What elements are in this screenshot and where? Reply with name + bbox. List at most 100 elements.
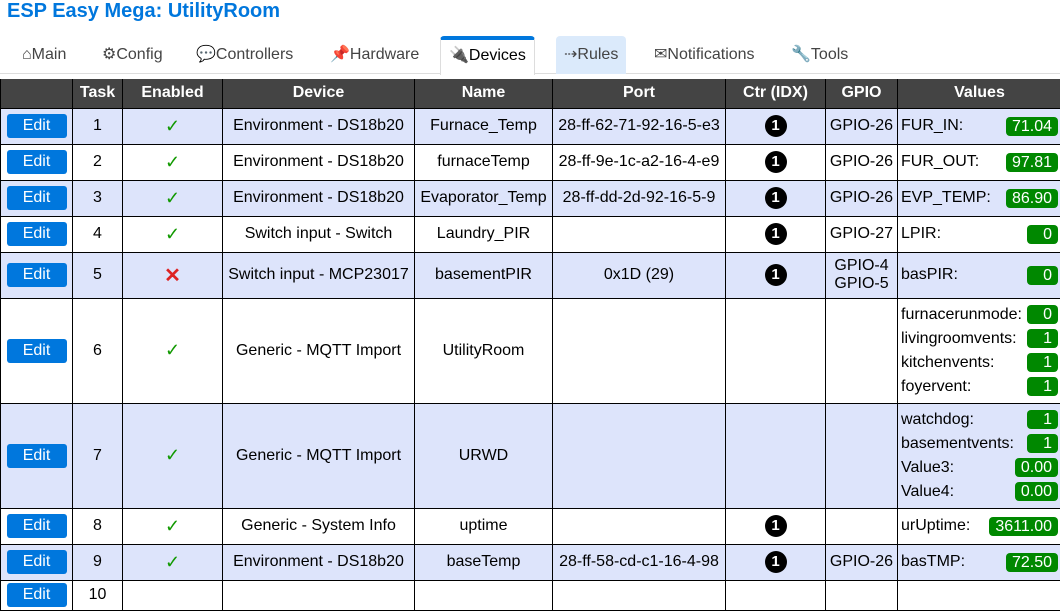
tab-tools[interactable]: 🔧Tools [783, 36, 856, 74]
port [553, 403, 726, 508]
tab-label: Controllers [216, 46, 293, 63]
port [553, 508, 726, 544]
value-badge: 72.50 [1006, 553, 1058, 572]
tab-notifications[interactable]: ✉Notifications [646, 36, 763, 74]
device-name: Evaporator_Temp [415, 180, 553, 216]
value-badge: 1 [1027, 353, 1058, 372]
edit-button[interactable]: Edit [7, 339, 67, 363]
task-number: 5 [73, 252, 123, 298]
controller-badge: 1 [765, 187, 787, 209]
value-badge: 0 [1027, 305, 1058, 324]
gpio-cell: GPIO-26 [826, 180, 898, 216]
controller-cell: 1 [726, 252, 826, 298]
controller-cell [726, 580, 826, 610]
value-name: watchdog: [901, 411, 974, 429]
gpio-pin: GPIO-5 [828, 275, 895, 293]
value-name: furnacerunmode: [901, 306, 1022, 324]
values-cell: furnacerunmode:0livingroomvents:1kitchen… [898, 298, 1060, 403]
values-cell: urUptime:3611.00 [898, 508, 1060, 544]
device-type: Environment - DS18b20 [223, 180, 415, 216]
gpio-pin: GPIO-26 [828, 117, 895, 135]
edit-button[interactable]: Edit [7, 583, 67, 607]
device-type: Switch input - MCP23017 [223, 252, 415, 298]
controller-cell: 1 [726, 216, 826, 252]
edit-button[interactable]: Edit [7, 186, 67, 210]
check-icon: ✓ [165, 224, 180, 244]
task-number: 9 [73, 544, 123, 580]
enabled-cell [123, 580, 223, 610]
edit-cell: Edit [1, 252, 73, 298]
check-icon: ✓ [165, 152, 180, 172]
value-line: watchdog:1 [901, 408, 1058, 432]
table-row: Edit2✓Environment - DS18b20furnaceTemp28… [1, 144, 1060, 180]
edit-button[interactable]: Edit [7, 514, 67, 538]
tab-config[interactable]: ⚙Config [94, 36, 171, 74]
edit-button[interactable]: Edit [7, 150, 67, 174]
value-line: FUR_OUT:97.81 [901, 150, 1058, 174]
edit-cell: Edit [1, 108, 73, 144]
table-row: Edit7✓Generic - MQTT ImportURWDwatchdog:… [1, 403, 1060, 508]
home-icon: ⌂ [22, 46, 32, 63]
value-badge: 0.00 [1015, 482, 1058, 501]
enabled-cell: ✓ [123, 544, 223, 580]
values-cell [898, 580, 1060, 610]
gpio-pin: GPIO-26 [828, 553, 895, 571]
value-name: kitchenvents: [901, 354, 994, 372]
edit-cell: Edit [1, 508, 73, 544]
tab-rules[interactable]: ⇢Rules [556, 36, 626, 74]
edit-button[interactable]: Edit [7, 444, 67, 468]
tab-hardware[interactable]: 📌Hardware [322, 36, 427, 74]
gpio-cell: GPIO-4GPIO-5 [826, 252, 898, 298]
controller-cell: 1 [726, 508, 826, 544]
value-name: urUptime: [901, 517, 970, 535]
controller-cell: 1 [726, 144, 826, 180]
tab-label: Hardware [350, 46, 419, 63]
task-number: 3 [73, 180, 123, 216]
task-number: 6 [73, 298, 123, 403]
tab-main[interactable]: ⌂Main [14, 36, 74, 74]
gpio-cell [826, 403, 898, 508]
device-type: Environment - DS18b20 [223, 144, 415, 180]
port: 28-ff-dd-2d-92-16-5-9 [553, 180, 726, 216]
port [553, 216, 726, 252]
check-icon: ✓ [165, 340, 180, 360]
edit-button[interactable]: Edit [7, 550, 67, 574]
value-line: livingroomvents:1 [901, 327, 1058, 351]
port: 0x1D (29) [553, 252, 726, 298]
enabled-cell: ✕ [123, 252, 223, 298]
tab-devices[interactable]: 🔌Devices [440, 36, 535, 75]
devices-table: TaskEnabledDeviceNamePortCtr (IDX)GPIOVa… [0, 79, 1060, 611]
port: 28-ff-58-cd-c1-16-4-98 [553, 544, 726, 580]
gpio-cell: GPIO-26 [826, 544, 898, 580]
task-number: 7 [73, 403, 123, 508]
column-header: Ctr (IDX) [726, 79, 826, 108]
task-number: 10 [73, 580, 123, 610]
tab-label: Config [116, 46, 162, 63]
edit-cell: Edit [1, 544, 73, 580]
device-name: Furnace_Temp [415, 108, 553, 144]
value-badge: 71.04 [1006, 117, 1058, 136]
check-icon: ✓ [165, 188, 180, 208]
gpio-pin: GPIO-26 [828, 153, 895, 171]
port [553, 298, 726, 403]
envelope-icon: ✉ [654, 46, 667, 63]
gpio-cell: GPIO-26 [826, 144, 898, 180]
controller-badge: 1 [765, 515, 787, 537]
cross-icon: ✕ [164, 265, 181, 287]
arrow-icon: ⇢ [564, 46, 577, 63]
edit-button[interactable]: Edit [7, 114, 67, 138]
value-name: EVP_TEMP: [901, 189, 991, 207]
edit-button[interactable]: Edit [7, 222, 67, 246]
port: 28-ff-9e-1c-a2-16-4-e9 [553, 144, 726, 180]
device-name: basementPIR [415, 252, 553, 298]
value-line: basPIR:0 [901, 263, 1058, 287]
device-type: Generic - MQTT Import [223, 298, 415, 403]
gpio-cell [826, 508, 898, 544]
chat-icon: 💬 [196, 46, 216, 63]
tab-controllers[interactable]: 💬Controllers [188, 36, 301, 74]
value-line: kitchenvents: 1 [901, 351, 1058, 375]
edit-button[interactable]: Edit [7, 263, 67, 287]
device-name [415, 580, 553, 610]
check-icon: ✓ [165, 116, 180, 136]
device-type: Switch input - Switch [223, 216, 415, 252]
